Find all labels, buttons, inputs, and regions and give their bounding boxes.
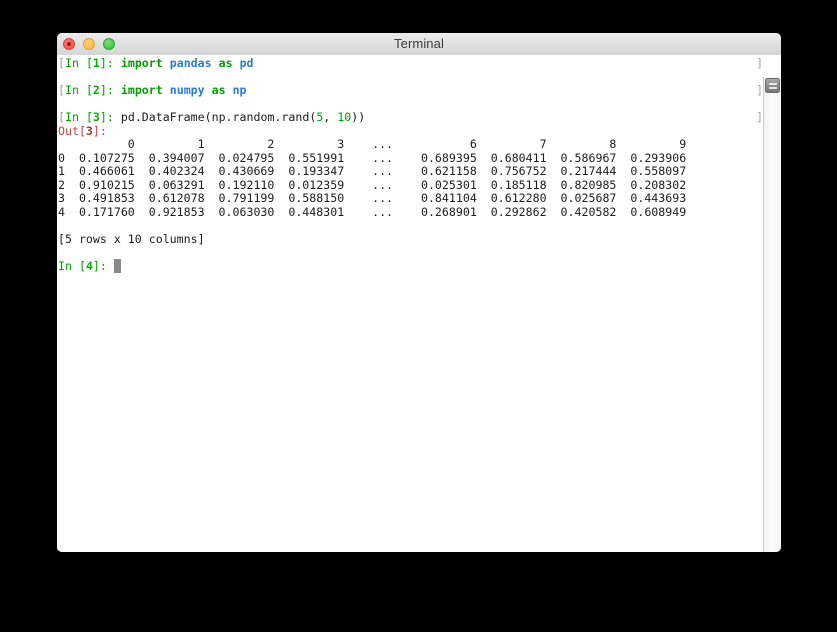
terminal-line [58,246,762,260]
terminal-line [58,219,762,233]
split-pane-icon [769,83,777,85]
terminal-content: [In [1]: import pandas as pd ] [In [2]: … [57,55,781,552]
terminal-line: [In [1]: import pandas as pd ] [58,57,762,71]
terminal-line: Out[3]: [58,125,762,139]
terminal-line: 4 0.171760 0.921853 0.063030 0.448301 ..… [58,206,762,220]
text-cursor [114,259,121,273]
terminal-line: 0 1 2 3 ... 6 7 8 9 [58,138,762,152]
right-bracket-artifact: ] [756,57,762,70]
terminal-line [58,71,762,85]
terminal-line: [5 rows x 10 columns] [58,233,762,247]
window-title: Terminal [57,36,781,51]
terminal-line: In [4]: [58,260,762,274]
terminal-line [58,98,762,112]
terminal-line: [In [3]: pd.DataFrame(np.random.rand(5, … [58,111,762,125]
terminal-line: [In [2]: import numpy as np ] [58,84,762,98]
terminal-output[interactable]: [In [1]: import pandas as pd ] [In [2]: … [58,57,762,552]
terminal-line: 1 0.466061 0.402324 0.430669 0.193347 ..… [58,165,762,179]
split-pane-button[interactable] [765,78,780,93]
scrollbar-track[interactable] [763,77,781,552]
title-bar[interactable]: Terminal [57,33,781,56]
terminal-line: 0 0.107275 0.394007 0.024795 0.551991 ..… [58,152,762,166]
split-pane-icon [769,87,777,89]
right-bracket-artifact: ] [756,83,762,97]
terminal-line: 2 0.910215 0.063291 0.192110 0.012359 ..… [58,179,762,193]
terminal-line: 3 0.491853 0.612078 0.791199 0.588150 ..… [58,192,762,206]
right-bracket-artifact: ] [756,110,762,124]
terminal-window: Terminal [In [1]: import pandas as pd ] … [57,33,781,552]
